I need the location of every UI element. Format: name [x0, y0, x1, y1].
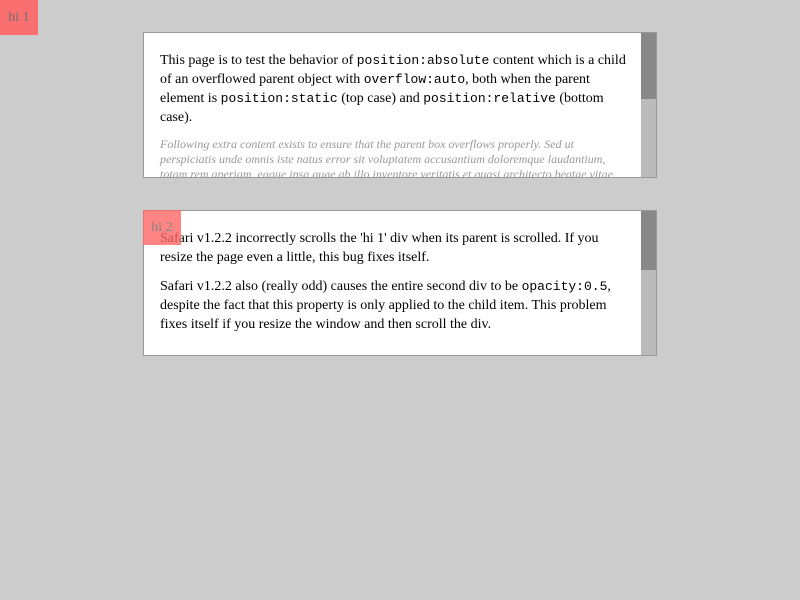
hi-2-badge: hi 2 — [143, 210, 181, 245]
box1-scrollbar[interactable] — [641, 33, 656, 177]
box1-extra-text: Following extra content exists to ensure… — [160, 137, 613, 178]
box2-paragraph-2: Safari v1.2.2 also (really odd) causes t… — [160, 277, 628, 334]
hi-1-badge: hi 1 — [0, 0, 38, 35]
code-span: position:absolute — [356, 53, 490, 68]
box2-paragraph-1: Safari v1.2.2 incorrectly scrolls the 'h… — [160, 231, 599, 265]
text-span: (top case) and — [337, 91, 424, 106]
box2-scroll-thumb[interactable] — [641, 211, 656, 270]
text-span: Safari v1.2.2 also (really odd) causes t… — [160, 279, 522, 294]
code-span: opacity:0.5 — [521, 279, 608, 294]
code-span: overflow:auto — [363, 72, 466, 87]
box1-paragraph: This page is to test the behavior of pos… — [160, 51, 628, 127]
code-span: position:static — [220, 91, 338, 106]
overflow-box-static[interactable]: This page is to test the behavior of pos… — [143, 32, 657, 178]
code-span: position:relative — [423, 91, 556, 106]
box1-content: This page is to test the behavior of pos… — [160, 51, 628, 178]
text-span: This page is to test the behavior of — [160, 53, 357, 68]
overflow-box-relative[interactable]: Safari v1.2.2 incorrectly scrolls the 'h… — [143, 210, 657, 356]
box2-content: Safari v1.2.2 incorrectly scrolls the 'h… — [160, 229, 628, 344]
box1-scroll-thumb[interactable] — [641, 33, 656, 99]
box2-scrollbar[interactable] — [641, 211, 656, 355]
